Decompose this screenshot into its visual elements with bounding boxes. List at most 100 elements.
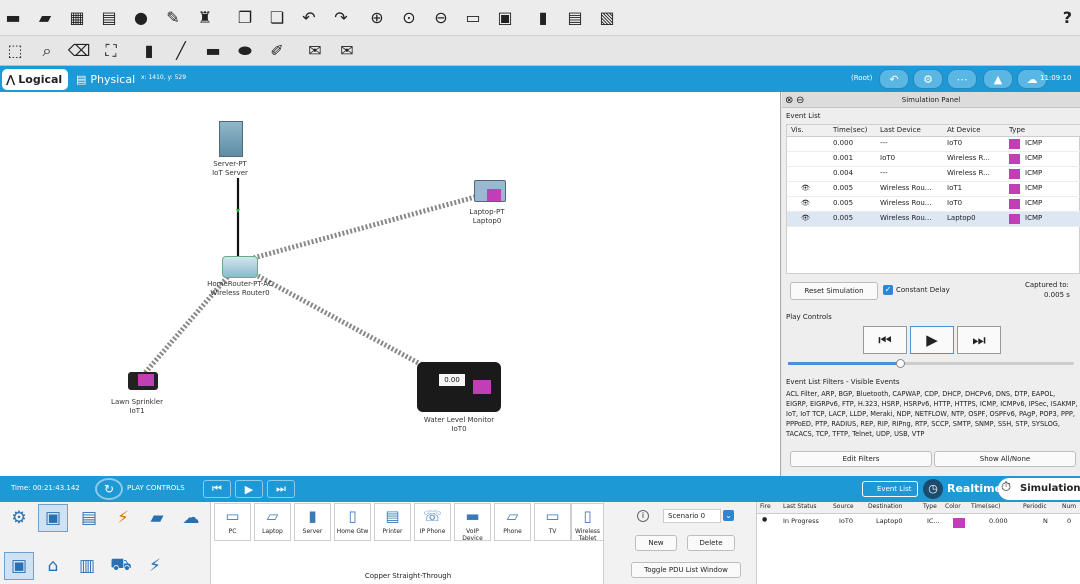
device-ip-phone[interactable]: ☏ IP Phone <box>414 503 451 541</box>
screenshot-icon[interactable]: ▧ <box>596 7 618 29</box>
viewport-icon[interactable]: ▮ <box>532 7 554 29</box>
device-server[interactable]: ▮ Server <box>294 503 331 541</box>
realtime-clock-icon[interactable]: ◷ <box>923 479 943 499</box>
event-last-device: --- <box>880 169 888 177</box>
device-wireless-tablet[interactable]: ▯ Wireless Tablet <box>571 503 604 542</box>
device-voip-device[interactable]: ▬ VoIP Device <box>454 503 491 542</box>
cluster-button[interactable]: ⚙ <box>913 69 943 89</box>
playback-speed-knob[interactable] <box>895 359 905 368</box>
timebar-back-button[interactable]: ⏮ <box>203 480 231 498</box>
tab-physical[interactable]: ▤ Physical <box>76 69 135 90</box>
connections-category-icon[interactable]: ⚡ <box>108 504 138 532</box>
zoom-in-icon[interactable]: ⊕ <box>366 7 388 29</box>
note-icon[interactable]: ▮ <box>138 40 160 62</box>
rectangle-icon[interactable]: ▬ <box>202 40 224 62</box>
event-row[interactable]: 👁 0.005 Wireless Rou... IoT0 ICMP <box>787 197 1080 212</box>
logical-workspace[interactable]: Server-PT IoT Server HomeRouter-PT-AC Wi… <box>0 92 781 476</box>
help-icon[interactable]: ? <box>1063 8 1072 27</box>
redo-icon[interactable]: ↷ <box>330 7 352 29</box>
custom-devices-dialog-icon[interactable]: ▣ <box>494 7 516 29</box>
resize-icon[interactable]: ⛶ <box>100 40 122 62</box>
device-phone[interactable]: ▱ Phone <box>494 503 531 541</box>
edit-filters-button[interactable]: Edit Filters <box>790 451 932 467</box>
device-printer[interactable]: ▤ Printer <box>374 503 411 541</box>
info-icon[interactable]: ● <box>130 7 152 29</box>
pdu-row[interactable]: ● In Progress IoT0 Laptop0 IC... 0.000 N… <box>757 514 1080 529</box>
iot-server-device[interactable] <box>219 121 243 157</box>
add-complex-pdu-icon[interactable]: ✉ <box>336 40 358 62</box>
device-pc[interactable]: ▭ PC <box>214 503 251 541</box>
freeform-icon[interactable]: ✐ <box>266 40 288 62</box>
activity-wizard-icon[interactable]: ✎ <box>162 7 184 29</box>
constant-delay-checkbox[interactable]: ✓ <box>883 285 893 295</box>
smart-city-subtype-icon[interactable]: ▥ <box>72 552 102 580</box>
show-all-none-button[interactable]: Show All/None <box>934 451 1076 467</box>
event-row[interactable]: 0.004 --- Wireless R... ICMP <box>787 167 1080 182</box>
workspace-clock: 11:09:10 <box>1040 74 1072 82</box>
end-devices-category-icon[interactable]: ▣ <box>38 504 68 532</box>
laptop-device[interactable] <box>474 180 506 202</box>
zoom-reset-icon[interactable]: ⊙ <box>398 7 420 29</box>
toggle-pdu-list-button[interactable]: Toggle PDU List Window <box>631 562 741 578</box>
multiuser-category-icon[interactable]: ☁ <box>176 504 206 532</box>
background-button[interactable]: ▲ <box>983 69 1013 89</box>
power-cycle-icon[interactable]: ↻ <box>95 478 123 500</box>
components-category-icon[interactable]: ▤ <box>74 504 104 532</box>
root-label[interactable]: (Root) <box>851 74 872 82</box>
open-folder-icon[interactable]: ▰ <box>34 7 56 29</box>
timebar-forward-button[interactable]: ⏭ <box>267 480 295 498</box>
select-icon[interactable]: ⬚ <box>4 40 26 62</box>
undo-icon[interactable]: ↶ <box>298 7 320 29</box>
fire-icon[interactable]: ● <box>762 516 767 523</box>
home-subtype-icon[interactable]: ⌂ <box>38 552 68 580</box>
event-row-selected[interactable]: 👁 0.005 Wireless Rou... Laptop0 ICMP <box>787 212 1080 227</box>
back-step-button[interactable]: ⏮ <box>863 326 907 354</box>
end-devices-subtype-icon[interactable]: ▣ <box>4 552 34 580</box>
copy-icon[interactable]: ❐ <box>234 7 256 29</box>
playback-speed-slider[interactable] <box>788 359 1074 368</box>
back-button[interactable]: ↶ <box>879 69 909 89</box>
device-laptop[interactable]: ▱ Laptop <box>254 503 291 541</box>
home-router-device[interactable] <box>222 256 258 278</box>
industrial-subtype-icon[interactable]: ⛟ <box>106 552 136 580</box>
ipc-icon[interactable]: ▤ <box>564 7 586 29</box>
ellipse-icon[interactable]: ⬬ <box>234 40 256 62</box>
close-icon[interactable]: ⊗ <box>785 95 793 106</box>
zoom-out-icon[interactable]: ⊖ <box>430 7 452 29</box>
event-row[interactable]: 👁 0.005 Wireless Rou... IoT1 ICMP <box>787 182 1080 197</box>
capture-forward-button[interactable]: ⏭ <box>957 326 1001 354</box>
new-file-icon[interactable]: ▬ <box>2 7 24 29</box>
delete-icon[interactable]: ⌫ <box>68 40 91 62</box>
play-button[interactable]: ▶ <box>910 326 954 354</box>
save-icon[interactable]: ▦ <box>66 7 88 29</box>
power-grid-subtype-icon[interactable]: ⚡ <box>140 552 170 580</box>
event-row[interactable]: 0.000 --- IoT0 ICMP <box>787 137 1080 152</box>
paste-icon[interactable]: ❏ <box>266 7 288 29</box>
restore-icon[interactable]: ⊖ <box>796 95 804 106</box>
timebar-play-button[interactable]: ▶ <box>235 480 263 498</box>
add-simple-pdu-icon[interactable]: ✉ <box>304 40 326 62</box>
print-icon[interactable]: ▤ <box>98 7 120 29</box>
event-list-toggle[interactable]: Event List <box>862 481 918 497</box>
lawn-sprinkler-device[interactable] <box>128 372 158 390</box>
network-devices-category-icon[interactable]: ⚙ <box>4 504 34 532</box>
viewport-button[interactable]: ⋯ <box>947 69 977 89</box>
event-row[interactable]: 0.001 IoT0 Wireless R... ICMP <box>787 152 1080 167</box>
line-icon[interactable]: ╱ <box>170 40 192 62</box>
device-tv[interactable]: ▭ TV <box>534 503 571 541</box>
realtime-mode-label[interactable]: Realtime <box>947 482 1002 495</box>
misc-category-icon[interactable]: ▰ <box>142 504 172 532</box>
new-scenario-button[interactable]: New <box>635 535 677 551</box>
info-icon[interactable]: i <box>637 510 649 522</box>
reset-simulation-button[interactable]: Reset Simulation <box>790 282 878 300</box>
tab-logical[interactable]: ⋀ Logical <box>2 69 68 90</box>
custom-device-icon[interactable]: ♜ <box>194 7 216 29</box>
water-level-monitor-device[interactable]: 0.00 <box>417 362 501 412</box>
palette-icon[interactable]: ▭ <box>462 7 484 29</box>
delete-scenario-button[interactable]: Delete <box>687 535 735 551</box>
inspect-icon[interactable]: ⌕ <box>36 40 58 62</box>
simulation-mode-toggle[interactable]: ⏱ Simulation <box>998 478 1080 500</box>
chevron-down-icon[interactable]: ⌄ <box>723 510 734 521</box>
scenario-select[interactable]: Scenario 0 <box>663 509 721 523</box>
device-home-gateway[interactable]: ▯ Home Gtw <box>334 503 371 541</box>
